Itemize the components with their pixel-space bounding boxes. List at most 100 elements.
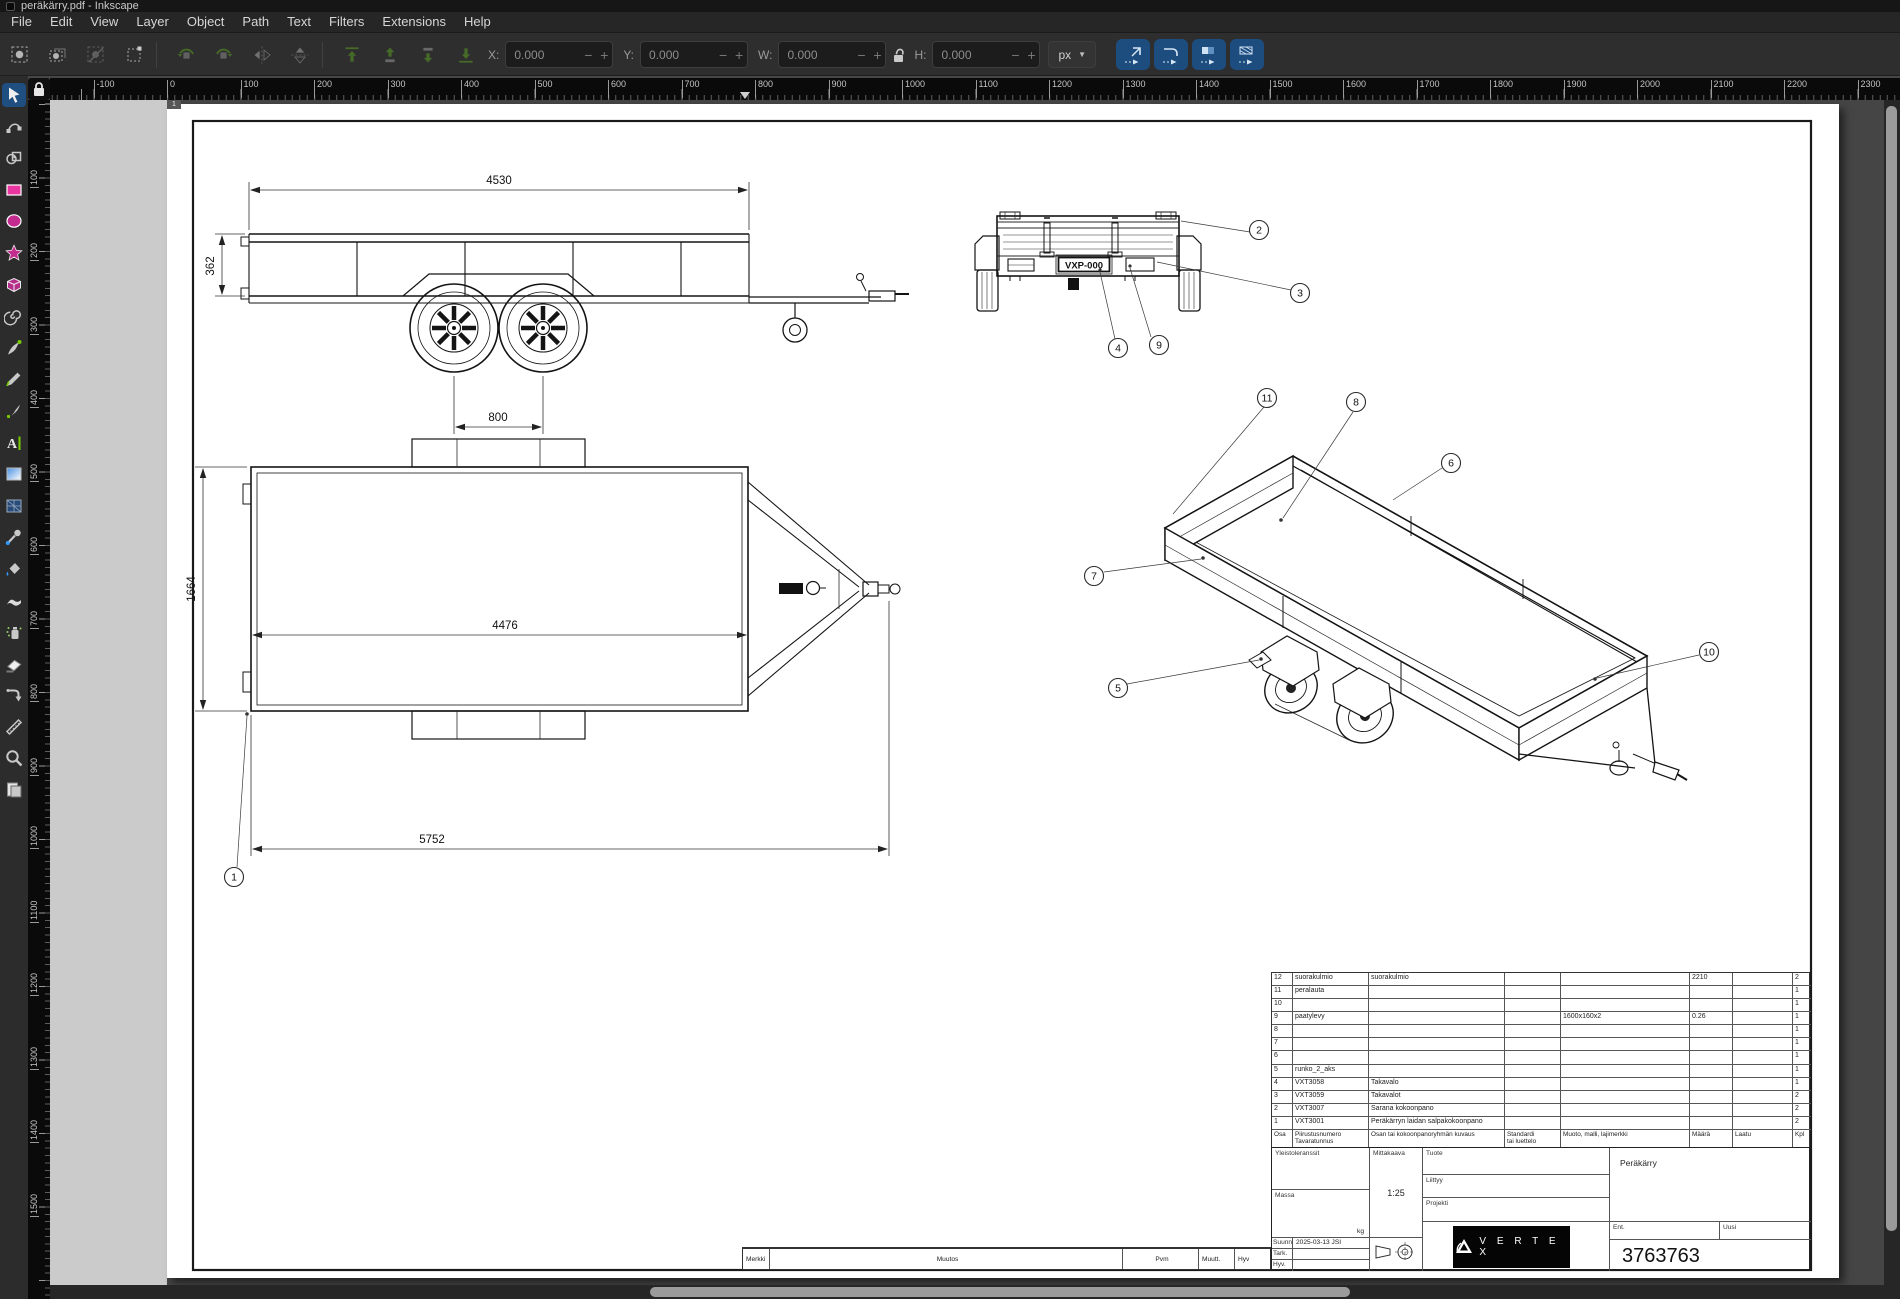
text-tool-icon[interactable]: A bbox=[2, 431, 26, 455]
calligraphy-tool-icon[interactable] bbox=[2, 399, 26, 423]
h-plus-button[interactable]: + bbox=[1023, 47, 1039, 63]
box-3d-tool-icon[interactable] bbox=[2, 273, 26, 297]
raise-button[interactable] bbox=[374, 40, 406, 70]
menu-path[interactable]: Path bbox=[233, 12, 278, 32]
parts-table-cell: 1 bbox=[1793, 1038, 1811, 1051]
horizontal-scrollbar-thumb[interactable] bbox=[650, 1287, 1350, 1297]
horizontal-ruler[interactable]: -100010020030040050060070080090010001100… bbox=[50, 78, 1900, 100]
parts-table-cell: 1 bbox=[1793, 1078, 1811, 1091]
horizontal-scrollbar[interactable] bbox=[50, 1285, 1884, 1299]
w-minus-button[interactable]: − bbox=[853, 47, 869, 63]
flip-vertical-button[interactable] bbox=[284, 40, 316, 70]
selector-tool-icon[interactable] bbox=[2, 83, 26, 107]
pages-tool-icon[interactable] bbox=[2, 778, 26, 802]
parts-table-cell bbox=[1505, 1104, 1561, 1117]
h-ruler-label: 700 bbox=[682, 80, 700, 98]
y-plus-button[interactable]: + bbox=[731, 47, 747, 63]
scale-corners-toggle[interactable] bbox=[1154, 39, 1188, 70]
node-editor-tool-icon[interactable] bbox=[2, 115, 26, 139]
canvas[interactable]: 1 bbox=[50, 100, 1884, 1285]
connector-tool-icon[interactable] bbox=[2, 683, 26, 707]
spiral-tool-icon[interactable] bbox=[2, 304, 26, 328]
side-view: 4530 362 800 bbox=[205, 175, 909, 434]
parts-table-cell: 2 bbox=[1793, 1104, 1811, 1117]
parts-table-cell bbox=[1293, 999, 1369, 1012]
rotate-ccw-button[interactable] bbox=[170, 40, 202, 70]
parts-table-cell bbox=[1561, 1025, 1690, 1038]
ellipse-tool-icon[interactable] bbox=[2, 209, 26, 233]
menu-edit[interactable]: Edit bbox=[41, 12, 81, 32]
parts-table-cell bbox=[1369, 999, 1505, 1012]
vertical-scrollbar[interactable] bbox=[1884, 100, 1900, 1285]
parts-table-cell bbox=[1505, 1012, 1561, 1025]
callout-7: 7 bbox=[1085, 567, 1104, 586]
paint-bucket-tool-icon[interactable] bbox=[2, 557, 26, 581]
parts-table-cell: 0.26 bbox=[1690, 1012, 1733, 1025]
document-page[interactable]: 4530 362 800 bbox=[167, 104, 1839, 1278]
plan-view: 1664 4476 5752 1 bbox=[186, 439, 900, 887]
menu-view[interactable]: View bbox=[81, 12, 127, 32]
w-value[interactable]: 0.000 bbox=[779, 48, 853, 62]
rectangle-tool-icon[interactable] bbox=[2, 178, 26, 202]
move-patterns-toggle[interactable] bbox=[1230, 39, 1264, 70]
menu-file[interactable]: File bbox=[2, 12, 41, 32]
menu-object[interactable]: Object bbox=[178, 12, 234, 32]
menu-layer[interactable]: Layer bbox=[127, 12, 178, 32]
y-field[interactable]: 0.000 − + bbox=[640, 41, 748, 68]
vertical-ruler[interactable]: 1002003004005006007008009001000110012001… bbox=[28, 100, 50, 1299]
w-plus-button[interactable]: + bbox=[869, 47, 885, 63]
unit-dropdown[interactable]: px▼ bbox=[1048, 41, 1096, 68]
measure-tool-icon[interactable] bbox=[2, 715, 26, 739]
parts-table-cell: 1 bbox=[1793, 1051, 1811, 1064]
y-minus-button[interactable]: − bbox=[715, 47, 731, 63]
gradient-tool-icon[interactable] bbox=[2, 462, 26, 486]
h-ruler-label: 1500 bbox=[1270, 80, 1293, 98]
menu-text[interactable]: Text bbox=[278, 12, 320, 32]
vertical-scrollbar-thumb[interactable] bbox=[1886, 106, 1897, 1231]
page-number-tab[interactable]: 1 bbox=[167, 100, 181, 109]
pen-tool-icon[interactable] bbox=[2, 336, 26, 360]
shape-builder-tool-icon[interactable] bbox=[2, 146, 26, 170]
w-field[interactable]: 0.000 − + bbox=[778, 41, 886, 68]
flip-horizontal-button[interactable] bbox=[246, 40, 278, 70]
x-minus-button[interactable]: − bbox=[580, 47, 596, 63]
h-field[interactable]: 0.000 − + bbox=[932, 41, 1040, 68]
menu-extensions[interactable]: Extensions bbox=[373, 12, 455, 32]
lower-button[interactable] bbox=[412, 40, 444, 70]
parts-table-cell: 10 bbox=[1272, 999, 1293, 1012]
h-value[interactable]: 0.000 bbox=[933, 48, 1007, 62]
selection-bbox-button[interactable] bbox=[118, 40, 150, 70]
spray-tool-icon[interactable] bbox=[2, 620, 26, 644]
tweak-tool-icon[interactable] bbox=[2, 589, 26, 613]
dropper-tool-icon[interactable] bbox=[2, 525, 26, 549]
x-value[interactable]: 0.000 bbox=[506, 48, 580, 62]
scale-stroke-toggle[interactable] bbox=[1116, 39, 1150, 70]
x-plus-button[interactable]: + bbox=[596, 47, 612, 63]
x-field[interactable]: 0.000 − + bbox=[505, 41, 613, 68]
h-minus-button[interactable]: − bbox=[1007, 47, 1023, 63]
star-tool-icon[interactable] bbox=[2, 241, 26, 265]
deselect-button[interactable] bbox=[80, 40, 112, 70]
move-gradients-toggle[interactable] bbox=[1192, 39, 1226, 70]
svg-text:10: 10 bbox=[1703, 647, 1715, 659]
select-all-layers-button[interactable] bbox=[42, 40, 74, 70]
pencil-tool-icon[interactable] bbox=[2, 367, 26, 391]
menu-help[interactable]: Help bbox=[455, 12, 500, 32]
title-block: Yleistoleranssit Massa kg Suunn 2025-03-… bbox=[1271, 1147, 1810, 1270]
parts-table-cell: 1 bbox=[1793, 1065, 1811, 1078]
lock-ratio-toggle[interactable] bbox=[886, 41, 912, 68]
y-value[interactable]: 0.000 bbox=[641, 48, 715, 62]
titlebar: peräkärry.pdf - Inkscape bbox=[0, 0, 1900, 12]
parts-table-cell bbox=[1369, 1012, 1505, 1025]
parts-table-cell: suorakulmio bbox=[1293, 973, 1369, 986]
select-all-button[interactable] bbox=[4, 40, 36, 70]
eraser-tool-icon[interactable] bbox=[2, 652, 26, 676]
raise-to-top-button[interactable] bbox=[336, 40, 368, 70]
dim-overall-length: 4530 bbox=[486, 175, 512, 187]
lock-rulers-toggle[interactable] bbox=[28, 78, 50, 100]
menu-filters[interactable]: Filters bbox=[320, 12, 373, 32]
mesh-gradient-tool-icon[interactable] bbox=[2, 494, 26, 518]
dim-axle-spacing: 800 bbox=[488, 412, 507, 424]
rotate-cw-button[interactable] bbox=[208, 40, 240, 70]
zoom-tool-icon[interactable] bbox=[2, 746, 26, 770]
